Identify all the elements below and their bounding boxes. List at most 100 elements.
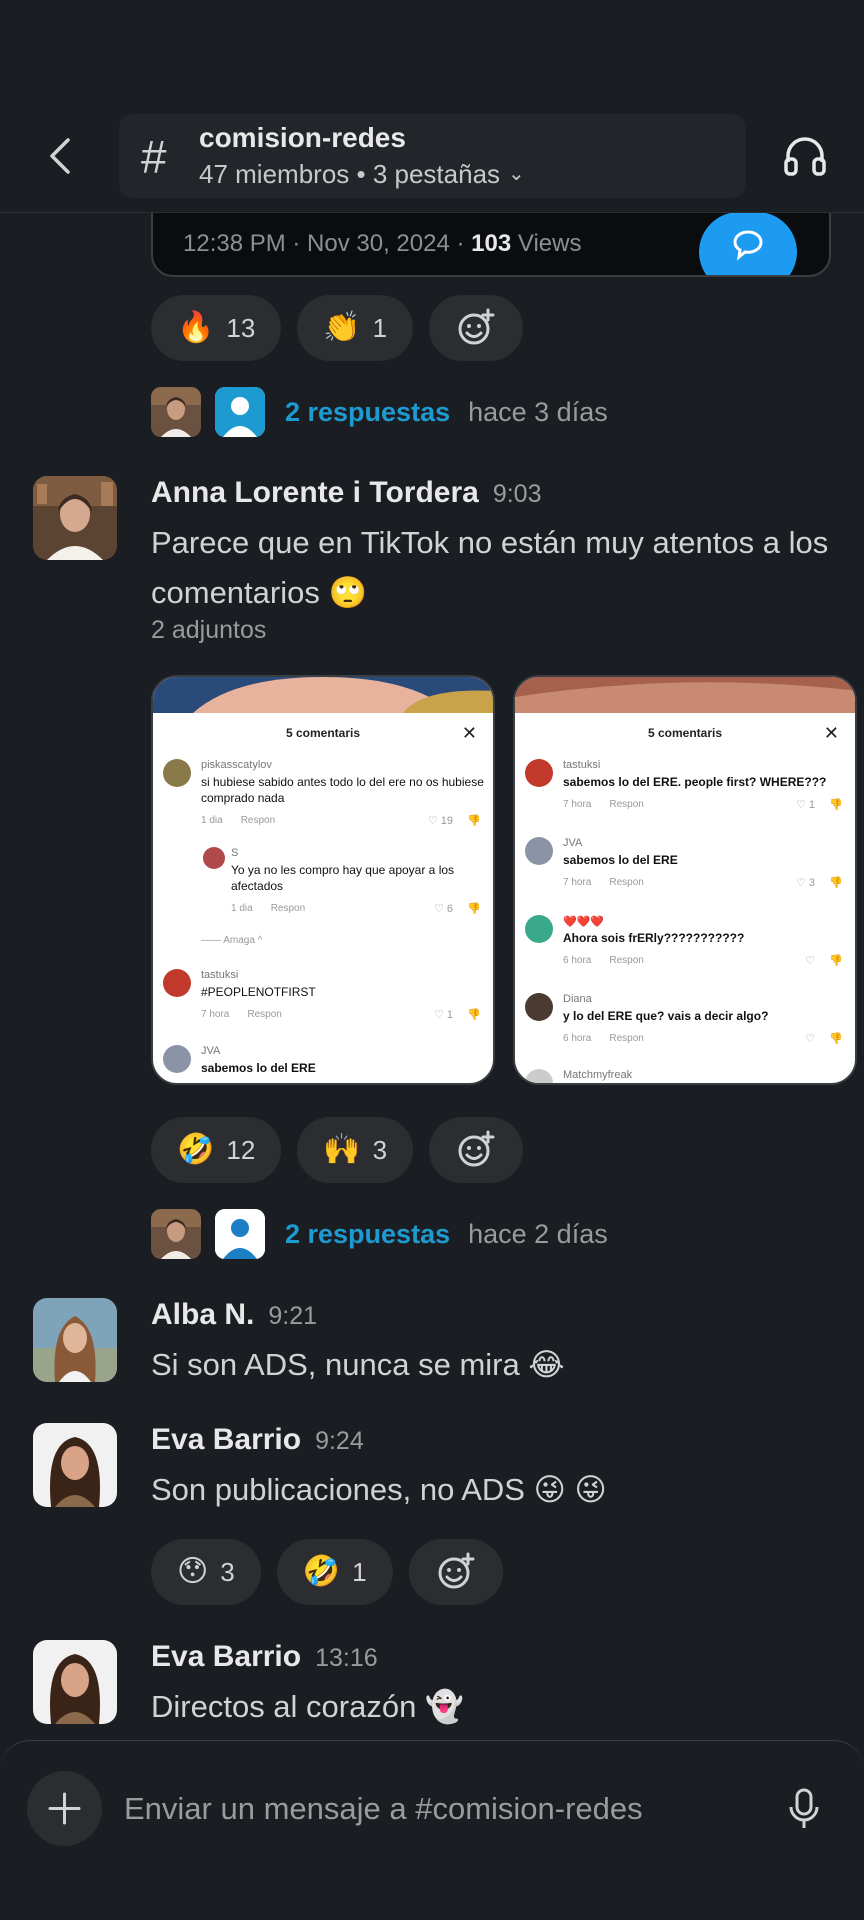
close-icon: ✕ — [823, 723, 839, 743]
comment-reply: Respon — [247, 1009, 282, 1020]
avatar — [163, 1045, 191, 1073]
author-name[interactable]: Anna Lorente i Tordera — [151, 476, 479, 509]
reaction-count: 3 — [220, 1556, 235, 1587]
reaction-pill[interactable]: 🤣 1 — [276, 1539, 393, 1605]
message-time: 9:03 — [492, 480, 542, 508]
reaction-emoji: 👏 — [323, 311, 361, 344]
add-reaction-icon — [458, 1130, 495, 1167]
reaction-pill[interactable]: 🤣 12 — [151, 1117, 282, 1183]
comment-text: sabemos lo del ERE — [201, 1061, 316, 1075]
reaction-pill[interactable]: 🔥 13 — [151, 295, 282, 361]
image-attachment[interactable]: 5 comentaris ✕ tastuksi sabemos lo del E… — [513, 675, 857, 1085]
avatar — [163, 969, 191, 997]
thread-last-reply-time: hace 2 días — [468, 1218, 608, 1249]
avatar — [215, 387, 265, 437]
tweet-views-label: Views — [511, 230, 582, 257]
back-arrow-icon[interactable] — [40, 132, 80, 180]
message-time: 13:16 — [315, 1644, 378, 1672]
thread-replies-link[interactable]: 2 respuestas — [285, 397, 450, 428]
comment-meta: 1 dia Respon — [201, 815, 275, 826]
reaction-pill[interactable]: 👏 1 — [297, 295, 414, 361]
comment-age: 7 hora — [563, 799, 592, 810]
attachments-label: 2 adjuntos — [151, 616, 267, 644]
avatar[interactable] — [33, 1640, 117, 1724]
message-author[interactable]: Eva Barrio 13:16 — [151, 1640, 378, 1674]
comment-likes: ♡ 19 — [427, 815, 453, 827]
thread-last-reply-time: hace 3 días — [468, 396, 608, 427]
comment-user: piskasscatylov — [201, 759, 272, 771]
comment-user: S — [231, 847, 239, 859]
comment-reply: Respon — [240, 815, 276, 826]
thread-summary[interactable]: 2 respuestas hace 3 días — [151, 387, 608, 437]
attachment-photo-strip — [153, 677, 493, 713]
comment-age: 1 dia — [231, 903, 253, 914]
message-author[interactable]: Eva Barrio 9:24 — [151, 1423, 364, 1457]
tweet-date: 12:38 PM · Nov 30, 2024 · — [183, 230, 472, 257]
channel-info-button[interactable]: # comision-redes 47 miembros • 3 pestaña… — [119, 114, 746, 198]
comment-age: 7 hora — [201, 1009, 230, 1020]
message-text: Parece que en TikTok no están muy atento… — [151, 525, 829, 610]
add-reaction-button[interactable] — [429, 1117, 524, 1183]
comment-user: tastuksi — [201, 969, 239, 981]
reaction-bar: 🤣 12 🙌 3 — [151, 1117, 524, 1183]
comment-likes: ♡ — [805, 955, 815, 967]
reaction-pill[interactable]: 🙌 3 — [297, 1117, 414, 1183]
plus-icon[interactable] — [27, 1771, 102, 1846]
comment-text: sabemos lo del ERE. people first? WHERE?… — [563, 775, 827, 789]
comment-user: Matchmyfreak — [563, 1069, 633, 1081]
comment-meta: 7 hora Respon — [563, 799, 644, 810]
comment-age: 7 hora — [563, 877, 592, 888]
comment-text: Yo ya no les compro hay que apoyar a los… — [231, 863, 455, 893]
comment-likes: ♡ 3 — [795, 877, 815, 889]
reaction-count: 3 — [372, 1134, 388, 1165]
message-time: 9:24 — [315, 1427, 364, 1455]
reaction-pill[interactable]: 😯 3 — [151, 1539, 261, 1605]
reaction-bar: 😯 3 🤣 1 — [151, 1539, 503, 1605]
reaction-count: 1 — [372, 312, 388, 343]
message-author[interactable]: Anna Lorente i Tordera 9:03 — [151, 476, 542, 510]
thread-replies-link[interactable]: 2 respuestas — [285, 1219, 450, 1250]
comment-age: 1 dia — [201, 815, 223, 826]
add-reaction-icon — [458, 308, 495, 345]
comment-user: Diana — [563, 993, 592, 1005]
tweet-meta: 12:38 PM · Nov 30, 2024 · 103 Views — [183, 230, 581, 258]
avatar — [525, 1069, 553, 1083]
hash-icon: # — [141, 131, 167, 183]
image-attachment[interactable]: 5 comentaris ✕ piskasscatylov si hubiese… — [151, 675, 495, 1085]
channel-header: # comision-redes 47 miembros • 3 pestaña… — [0, 0, 864, 213]
add-reaction-button[interactable] — [408, 1539, 503, 1605]
microphone-icon[interactable] — [786, 1787, 822, 1831]
dislike-icon: 👎 — [829, 799, 843, 811]
author-name[interactable]: Eva Barrio — [151, 1423, 301, 1456]
comment-text: sabemos lo del ERE — [563, 853, 678, 867]
reaction-count: 12 — [226, 1134, 256, 1165]
tweet-views-count: 103 — [471, 230, 512, 257]
add-reaction-icon — [438, 1552, 475, 1589]
thread-summary[interactable]: 2 respuestas hace 2 días — [151, 1209, 608, 1259]
avatar[interactable] — [33, 1298, 117, 1382]
comment-text: Ahora sois frERly??????????? — [563, 931, 745, 945]
avatar — [525, 837, 553, 865]
message-feed[interactable]: 12:38 PM · Nov 30, 2024 · 103 Views 🔥 13 … — [0, 213, 864, 1740]
dislike-icon: 👎 — [829, 955, 843, 967]
reaction-emoji: 🙌 — [323, 1133, 361, 1166]
avatar[interactable] — [33, 1423, 117, 1507]
reply-bubble-icon[interactable] — [699, 213, 797, 275]
add-reaction-button[interactable] — [429, 295, 524, 361]
headphones-icon[interactable] — [782, 132, 828, 178]
author-name[interactable]: Eva Barrio — [151, 1640, 301, 1673]
tweet-embed-card[interactable]: 12:38 PM · Nov 30, 2024 · 103 Views — [151, 213, 831, 277]
message-author[interactable]: Alba N. 9:21 — [151, 1298, 317, 1332]
avatar[interactable] — [33, 476, 117, 560]
comment-likes: ♡ 6 — [433, 903, 453, 915]
comment-meta: 6 hora Respon — [563, 1033, 644, 1044]
message-time: 9:21 — [268, 1302, 318, 1330]
author-name[interactable]: Alba N. — [151, 1298, 254, 1331]
comment-meta: 1 dia Respon — [231, 903, 305, 914]
comment-text: #PEOPLENOTFIRST — [201, 985, 316, 999]
dislike-icon: 👎 — [467, 815, 481, 827]
message-input[interactable] — [124, 1781, 744, 1837]
avatar — [151, 387, 201, 437]
comment-likes: ♡ — [805, 1033, 815, 1045]
comment-text: si hubiese sabido antes todo lo del ere … — [201, 775, 484, 805]
